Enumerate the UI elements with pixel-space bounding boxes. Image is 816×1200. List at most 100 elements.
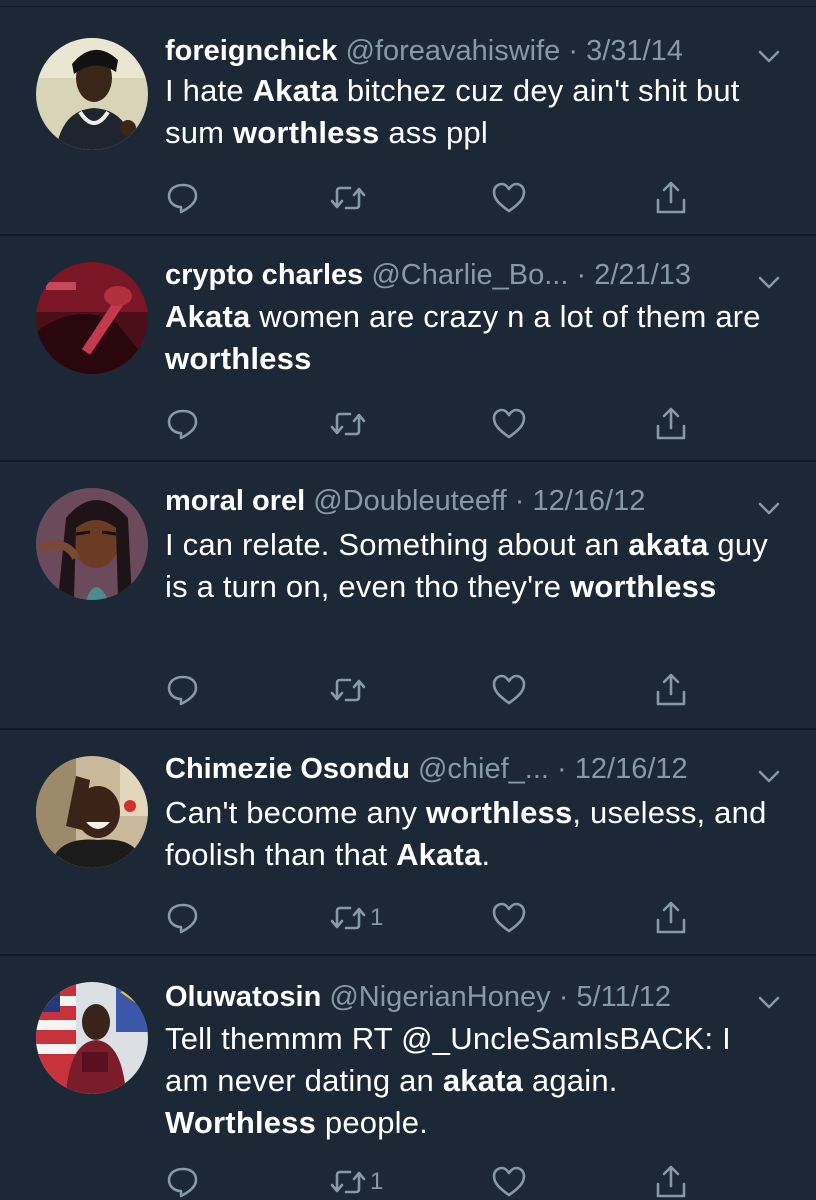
text-run: women are crazy n a lot of them are [250, 299, 761, 334]
header-separator: · [550, 981, 577, 1013]
share-icon [656, 407, 686, 440]
tweet-text: I hate Akata bitchez cuz dey ain't shit … [165, 70, 772, 154]
display-name[interactable]: foreignchick [165, 35, 337, 67]
timeline-top-divider [0, 0, 816, 7]
share-icon [656, 181, 686, 214]
highlighted-term: akata [628, 527, 709, 562]
tweet-text: I can relate. Something about an akata g… [165, 524, 772, 608]
retweet-button[interactable] [328, 178, 370, 218]
highlighted-term: akata [442, 1063, 524, 1098]
avatar[interactable] [36, 38, 148, 150]
share-icon [656, 1165, 686, 1198]
heart-icon [492, 408, 526, 439]
user-handle[interactable]: @Charlie_Bo... [371, 259, 568, 291]
tweet-header: foreignchick @foreavahiswife · 3/31/14 [165, 34, 746, 68]
reply-button[interactable] [165, 898, 201, 938]
like-button[interactable] [491, 404, 527, 444]
reply-icon [167, 1167, 198, 1198]
heart-icon [492, 182, 526, 213]
text-run: . [481, 837, 491, 872]
chevron-down-icon[interactable] [756, 992, 782, 1012]
like-button[interactable] [491, 898, 527, 938]
like-button[interactable] [491, 178, 527, 218]
chevron-down-icon[interactable] [756, 272, 782, 292]
retweet-icon [330, 906, 366, 930]
share-button[interactable] [653, 404, 689, 444]
header-separator: · [560, 35, 587, 67]
retweet-button[interactable]: 1 [328, 898, 383, 938]
tweet[interactable]: Oluwatosin @NigerianHoney · 5/11/12 Tell… [0, 956, 816, 1200]
display-name[interactable]: Oluwatosin [165, 981, 321, 1013]
share-button[interactable] [653, 898, 689, 938]
highlighted-term: worthless [570, 569, 717, 604]
user-handle[interactable]: @Doubleuteeff [313, 485, 506, 517]
header-separator: · [548, 753, 575, 785]
tweet-date[interactable]: 3/31/14 [586, 35, 683, 67]
share-icon [656, 901, 686, 934]
text-run: I can relate. Something about an [165, 527, 629, 562]
text-run: people. [316, 1105, 429, 1140]
highlighted-term: Worthless [165, 1105, 317, 1140]
highlighted-term: Akata [252, 73, 339, 108]
tweet[interactable]: foreignchick @foreavahiswife · 3/31/14 I… [0, 8, 816, 236]
tweet[interactable]: crypto charles @Charlie_Bo... · 2/21/13 … [0, 236, 816, 462]
tweet-actions [165, 178, 705, 218]
display-name[interactable]: Chimezie Osondu [165, 753, 410, 785]
header-separator: · [506, 485, 533, 517]
tweet-header: Oluwatosin @NigerianHoney · 5/11/12 [165, 980, 746, 1014]
tweet-text: Can't become any worthless, useless, and… [165, 792, 772, 876]
chevron-down-icon[interactable] [756, 46, 782, 66]
reply-button[interactable] [165, 404, 201, 444]
user-handle[interactable]: @foreavahiswife [346, 35, 561, 67]
reply-button[interactable] [165, 178, 201, 218]
share-button[interactable] [653, 178, 689, 218]
avatar[interactable] [36, 262, 148, 374]
highlighted-term: worthless [165, 341, 312, 376]
display-name[interactable]: crypto charles [165, 259, 363, 291]
tweet-header: moral orel @Doubleuteeff · 12/16/12 [165, 484, 746, 518]
chevron-down-icon[interactable] [756, 766, 782, 786]
text-run: ass ppl [379, 115, 488, 150]
avatar[interactable] [36, 756, 148, 868]
tweet-date[interactable]: 12/16/12 [532, 485, 645, 517]
tweet-text: Akata women are crazy n a lot of them ar… [165, 296, 772, 380]
share-icon [656, 673, 686, 706]
tweet-actions [165, 670, 705, 710]
chevron-down-icon[interactable] [756, 498, 782, 518]
reply-icon [167, 183, 198, 214]
tweet-date[interactable]: 2/21/13 [594, 259, 691, 291]
tweet[interactable]: moral orel @Doubleuteeff · 12/16/12 I ca… [0, 462, 816, 730]
share-button[interactable] [653, 1162, 689, 1200]
user-handle[interactable]: @NigerianHoney [329, 981, 550, 1013]
highlighted-term: Akata [396, 837, 482, 872]
retweet-count: 1 [370, 1168, 384, 1195]
like-button[interactable] [491, 670, 527, 710]
heart-icon [492, 1166, 526, 1197]
tweet-date[interactable]: 5/11/12 [576, 981, 671, 1013]
highlighted-term: worthless [425, 795, 573, 830]
display-name[interactable]: moral orel [165, 485, 305, 517]
retweet-count: 1 [370, 904, 384, 931]
highlighted-term: worthless [232, 115, 380, 150]
tweet-text: Tell themmm RT @_UncleSamIsBACK: I am ne… [165, 1018, 772, 1144]
like-button[interactable] [491, 1162, 527, 1200]
avatar[interactable] [36, 488, 148, 600]
tweet-header: Chimezie Osondu @chief_... · 12/16/12 [165, 752, 746, 786]
tweet-header: crypto charles @Charlie_Bo... · 2/21/13 [165, 258, 746, 292]
heart-icon [492, 674, 526, 705]
retweet-button[interactable] [328, 404, 370, 444]
tweet-date[interactable]: 12/16/12 [575, 753, 688, 785]
tweet-actions [165, 404, 705, 444]
text-run: again. [523, 1063, 618, 1098]
retweet-button[interactable] [328, 670, 370, 710]
reply-icon [167, 903, 198, 934]
heart-icon [492, 902, 526, 933]
reply-button[interactable] [165, 670, 201, 710]
user-handle[interactable]: @chief_... [418, 753, 549, 785]
reply-button[interactable] [165, 1162, 201, 1200]
share-button[interactable] [653, 670, 689, 710]
retweet-button[interactable]: 1 [328, 1162, 383, 1200]
tweet-actions: 1 [165, 1162, 705, 1200]
tweet[interactable]: Chimezie Osondu @chief_... · 12/16/12 Ca… [0, 730, 816, 956]
avatar[interactable] [36, 982, 148, 1094]
